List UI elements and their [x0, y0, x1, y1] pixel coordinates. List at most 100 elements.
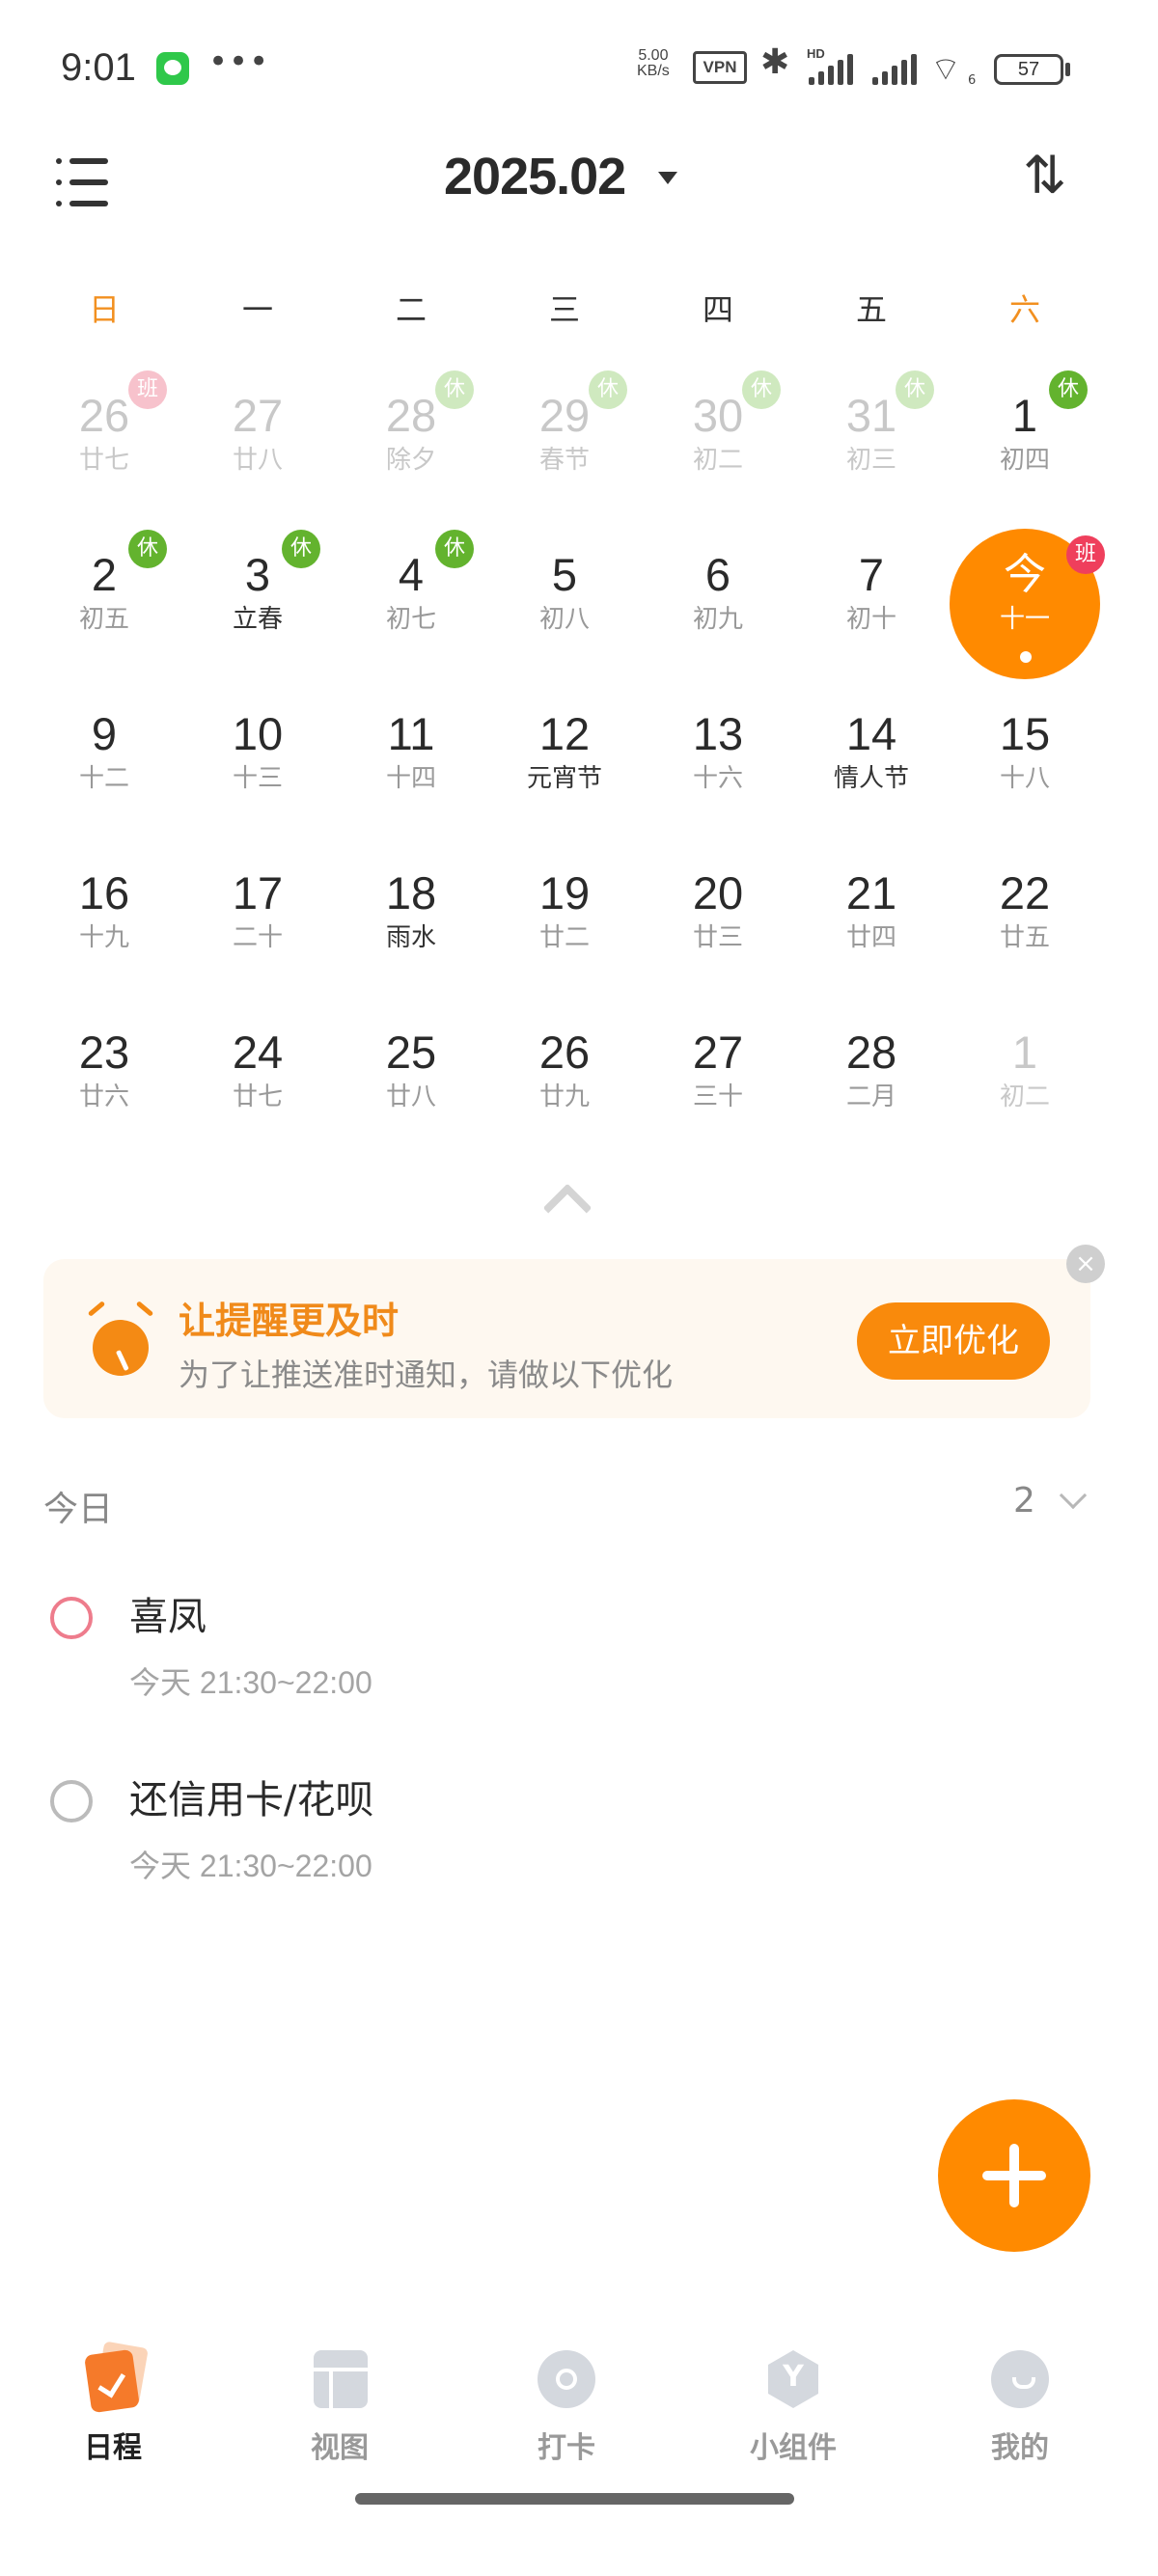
calendar-day[interactable]: 13 十六 — [646, 685, 790, 830]
banner-title: 让提醒更及时 — [179, 1300, 400, 1342]
lunar-date: 十二 — [78, 764, 129, 793]
calendar-day[interactable]: 17 二十 — [185, 844, 330, 989]
calendar-day[interactable]: 1 初二 — [952, 1003, 1097, 1148]
calendar-day[interactable]: 22 廿五 — [952, 844, 1097, 989]
day-number: 6 — [704, 549, 731, 600]
weekday-label: 日 — [88, 291, 120, 328]
workday-badge: 班 — [128, 370, 167, 409]
tab-widget[interactable]: 小组件 — [716, 2335, 870, 2470]
widget-icon — [764, 2344, 822, 2408]
calendar-day[interactable]: 6 初九 — [646, 526, 790, 671]
holiday-rest-badge: 休 — [589, 370, 627, 409]
holiday-rest-badge: 休 — [282, 530, 320, 568]
banner-close-icon[interactable]: × — [1066, 1245, 1105, 1283]
calendar-day[interactable]: 18 雨水 — [339, 844, 483, 989]
month-title[interactable]: 2025.02 — [444, 147, 626, 206]
wifi-6-badge: 6 — [968, 73, 977, 88]
day-number: 24 — [232, 1027, 284, 1078]
day-number: 23 — [78, 1027, 130, 1078]
holiday-rest-badge: 休 — [435, 370, 474, 409]
calendar-day[interactable]: 26 廿九 — [492, 1003, 637, 1148]
today-task-count[interactable]: 2 — [1013, 1481, 1035, 1521]
tab-view[interactable]: 视图 — [262, 2335, 417, 2470]
calendar-day[interactable]: 10 十三 — [185, 685, 330, 830]
lunar-date: 情人节 — [833, 764, 909, 793]
lunar-date: 十四 — [385, 764, 436, 793]
calendar-day[interactable]: 2 初五休 — [32, 526, 177, 671]
day-number: 9 — [91, 708, 118, 759]
tab-label: 视图 — [311, 2431, 369, 2465]
calendar-day[interactable]: 24 廿七 — [185, 1003, 330, 1148]
tab-profile[interactable]: 我的 — [943, 2335, 1097, 2470]
lunar-date: 廿二 — [538, 923, 590, 952]
lunar-date: 十六 — [692, 764, 743, 793]
day-number: 5 — [551, 549, 578, 600]
holiday-rest-badge: 休 — [435, 530, 474, 568]
lunar-date: 三十 — [692, 1082, 743, 1111]
lunar-date: 初九 — [692, 605, 743, 634]
calendar-day[interactable]: 14 情人节 — [799, 685, 944, 830]
tab-schedule[interactable]: 日程 — [36, 2335, 190, 2470]
lunar-date: 十三 — [232, 764, 283, 793]
calendar-day[interactable]: 25 廿八 — [339, 1003, 483, 1148]
calendar-day[interactable]: 27 三十 — [646, 1003, 790, 1148]
calendar-day[interactable]: 20 廿三 — [646, 844, 790, 989]
schedule-icon — [84, 2341, 149, 2414]
day-number: 28 — [845, 1027, 897, 1078]
calendar-day[interactable]: 27 廿八 — [185, 367, 330, 511]
month-dropdown-icon[interactable] — [658, 172, 677, 184]
tab-label: 打卡 — [538, 2431, 595, 2465]
calendar-day[interactable]: 16 十九 — [32, 844, 177, 989]
calendar-day[interactable]: 3 立春休 — [185, 526, 330, 671]
calendar-day[interactable]: 7 初十 — [799, 526, 944, 671]
holiday-rest-badge: 休 — [128, 530, 167, 568]
bluetooth-icon: ✱ — [760, 42, 790, 82]
list-menu-icon[interactable] — [56, 154, 110, 208]
collapse-calendar-chevron-icon[interactable] — [540, 1181, 589, 1210]
task-checkbox[interactable] — [50, 1780, 93, 1822]
task-checkbox[interactable] — [50, 1597, 93, 1639]
calendar-day[interactable]: 29 春节休 — [492, 367, 637, 511]
calendar-day[interactable]: 28 除夕休 — [339, 367, 483, 511]
lunar-date: 廿三 — [692, 923, 743, 952]
lunar-date: 元宵节 — [526, 764, 602, 793]
tab-check-in[interactable]: 打卡 — [489, 2335, 644, 2470]
chevron-down-icon[interactable] — [1059, 1481, 1088, 1510]
calendar-day[interactable]: 15 十八 — [952, 685, 1097, 830]
calendar-day[interactable]: 9 十二 — [32, 685, 177, 830]
calendar-day[interactable]: 31 初三休 — [799, 367, 944, 511]
lunar-date: 初三 — [845, 446, 896, 475]
calendar-day[interactable]: 11 十四 — [339, 685, 483, 830]
signal-icon-sim1 — [809, 54, 857, 85]
lunar-date: 初七 — [385, 605, 436, 634]
day-number: 18 — [385, 867, 437, 918]
calendar-day-today[interactable]: 今十一班 — [950, 526, 1105, 679]
day-number: 11 — [387, 708, 435, 759]
sort-arrows-icon[interactable]: ⇅ — [1023, 145, 1066, 206]
lunar-date: 廿六 — [78, 1082, 129, 1111]
home-indicator[interactable] — [355, 2493, 794, 2505]
calendar-day[interactable]: 4 初七休 — [339, 526, 483, 671]
calendar-day[interactable]: 21 廿四 — [799, 844, 944, 989]
today-section-label: 今日 — [43, 1490, 114, 1529]
day-number: 10 — [232, 708, 284, 759]
calendar-day[interactable]: 1 初四休 — [952, 367, 1097, 511]
calendar-day[interactable]: 23 廿六 — [32, 1003, 177, 1148]
lunar-date: 廿七 — [232, 1082, 283, 1111]
calendar-day[interactable]: 30 初二休 — [646, 367, 790, 511]
lunar-date: 二月 — [845, 1082, 896, 1111]
message-notification-icon — [156, 52, 189, 85]
calendar-day[interactable]: 5 初八 — [492, 526, 637, 671]
calendar-day[interactable]: 26 廿七班 — [32, 367, 177, 511]
lunar-date: 初四 — [999, 446, 1050, 475]
weekday-label: 三 — [548, 291, 580, 328]
calendar-day[interactable]: 28 二月 — [799, 1003, 944, 1148]
calendar-day[interactable]: 12 元宵节 — [492, 685, 637, 830]
lunar-date: 春节 — [538, 446, 590, 475]
calendar-day[interactable]: 19 廿二 — [492, 844, 637, 989]
add-event-button[interactable] — [938, 2099, 1090, 2252]
optimize-now-button[interactable]: 立即优化 — [857, 1302, 1050, 1380]
event-dot — [1020, 651, 1032, 663]
tab-label: 我的 — [991, 2431, 1049, 2465]
network-speed-unit: KB/s — [637, 63, 670, 79]
